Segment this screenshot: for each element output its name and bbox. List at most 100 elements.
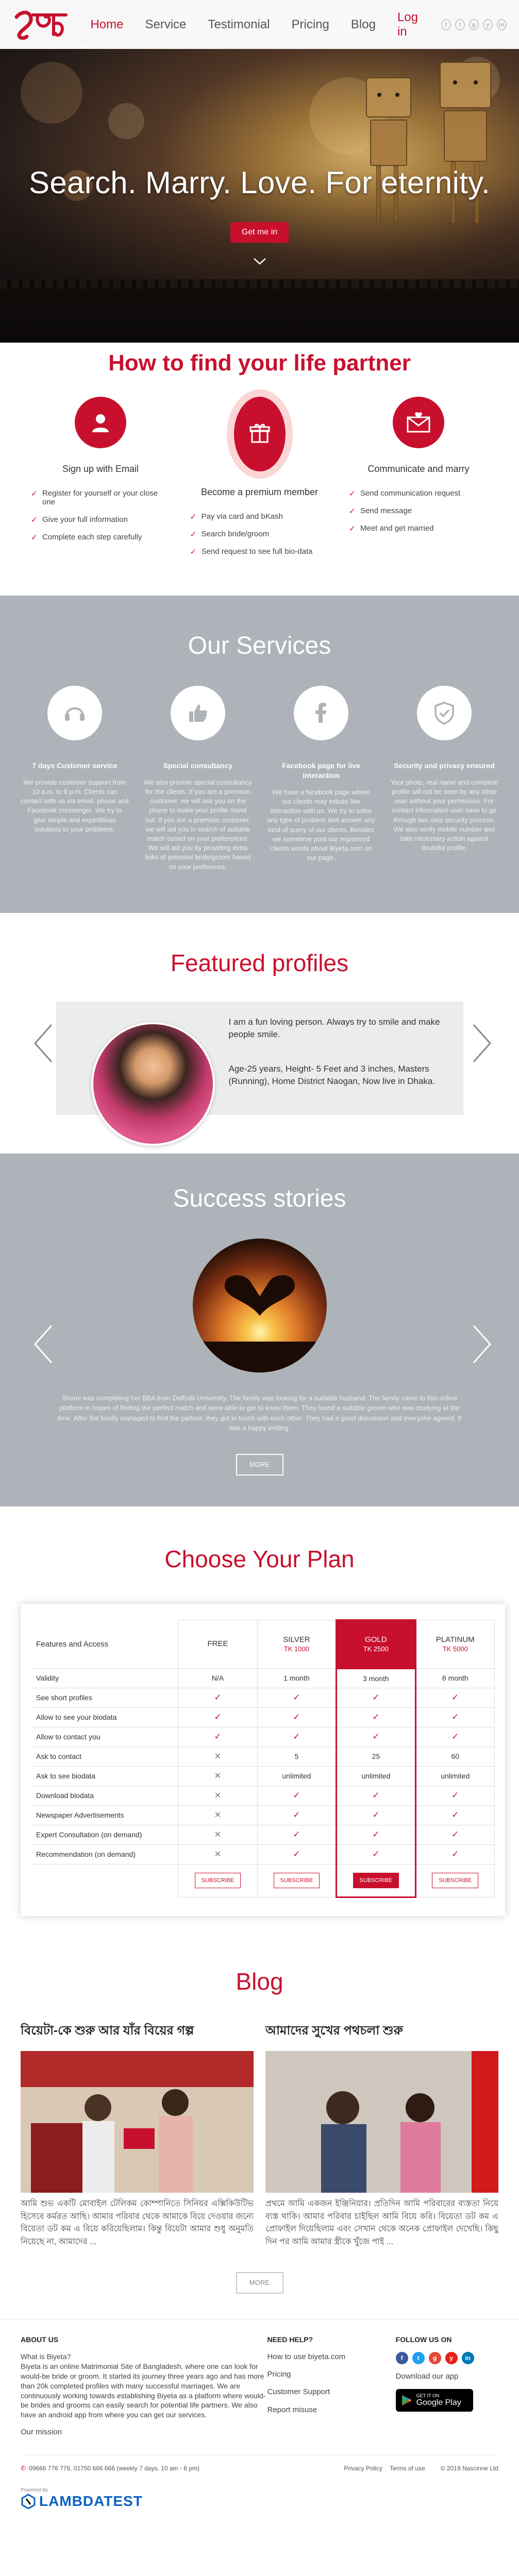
nav-link-blog[interactable]: Blog: [351, 18, 376, 32]
featured-profiles-section: Featured profiles I am a fun loving pers…: [0, 913, 519, 1154]
linkedin-icon[interactable]: in: [496, 19, 507, 30]
check-icon: ✓: [257, 1825, 337, 1845]
how-to-list: Register for yourself or your close one …: [31, 489, 170, 542]
lambdatest-text: LAMBDATEST: [39, 2493, 143, 2510]
blog-post-title[interactable]: বিয়েটা-কে শুরু আর যাঁর বিয়ের গল্প: [21, 2021, 254, 2042]
footer-help-link[interactable]: How to use biyeta.com: [267, 2352, 395, 2362]
nav-link-testimonial[interactable]: Testimonial: [208, 18, 270, 32]
footer-phone: 09666 776 776, 01750 666 666 (weekly 7 d…: [29, 2465, 199, 2472]
nav-link-pricing[interactable]: Pricing: [292, 18, 329, 32]
footer-about-question[interactable]: What is Biyeta?: [21, 2352, 267, 2362]
gift-icon: [233, 397, 286, 471]
feature-name: Download biodata: [31, 1786, 178, 1806]
youtube-icon[interactable]: y: [445, 2351, 458, 2364]
twitter-icon[interactable]: t: [455, 19, 465, 30]
how-to-col-signup: Sign up with Email Register for yourself…: [31, 397, 170, 565]
profile-details: Age-25 years, Height- 5 Feet and 3 inche…: [228, 1064, 436, 1087]
success-story-text: Shomi was completing her BBA from Daffod…: [57, 1394, 462, 1432]
blog-more-button[interactable]: MORE: [236, 2272, 283, 2294]
chevron-right-icon[interactable]: [471, 1023, 493, 1064]
subscribe-cell: SUBSCRIBE: [336, 1864, 416, 1898]
lambdatest-logo[interactable]: LAMBDATEST: [21, 2493, 498, 2510]
list-item: Search bride/groom: [190, 530, 329, 539]
check-icon: ✓: [415, 1727, 495, 1747]
cross-icon: ✕: [178, 1805, 258, 1825]
chevron-down-icon[interactable]: [252, 256, 267, 266]
table-row: Allow to contact you ✓ ✓ ✓ ✓: [31, 1727, 495, 1747]
google-plus-icon[interactable]: g: [428, 2351, 441, 2364]
list-item: Meet and get married: [349, 524, 488, 533]
check-icon: ✓: [415, 1805, 495, 1825]
footer-help-link[interactable]: Customer Support: [267, 2387, 395, 2397]
nav-link-home[interactable]: Home: [90, 18, 123, 32]
nav-link-service[interactable]: Service: [145, 18, 186, 32]
twitter-icon[interactable]: t: [412, 2351, 425, 2364]
copyright: © 2019 Nascinne Ltd: [440, 2465, 498, 2472]
check-icon: ✓: [257, 1727, 337, 1747]
cross-icon: ✕: [178, 1747, 258, 1767]
logo-mark-icon: [14, 10, 68, 40]
success-more-button[interactable]: MORE: [236, 1453, 283, 1476]
chevron-left-icon[interactable]: [32, 1324, 55, 1365]
subscribe-button[interactable]: SUBSCRIBE: [353, 1872, 399, 1888]
facebook-icon[interactable]: f: [395, 2351, 408, 2364]
chevron-left-icon[interactable]: [32, 1023, 55, 1064]
user-icon: [75, 397, 126, 448]
chevron-right-icon[interactable]: [471, 1324, 493, 1365]
hero-content: Search. Marry. Love. For eternity. Get m…: [0, 165, 519, 266]
youtube-icon[interactable]: y: [482, 19, 493, 30]
profile-card[interactable]: I am a fun loving person. Always try to …: [56, 1001, 463, 1146]
feature-name: Ask to contact: [31, 1747, 178, 1767]
how-to-columns: Sign up with Email Register for yourself…: [31, 397, 488, 565]
google-plus-icon[interactable]: g: [468, 19, 479, 30]
lambdatest-icon: [21, 2494, 36, 2510]
blog-post-image[interactable]: [265, 2050, 498, 2193]
feature-name: See short profiles: [31, 1688, 178, 1708]
footer-help-link[interactable]: Pricing: [267, 2369, 395, 2380]
service-heading: Security and privacy ensured: [394, 761, 495, 770]
plan-header-gold: GOLD TK 2500: [336, 1619, 416, 1669]
check-icon: ✓: [257, 1844, 337, 1865]
service-card: Special consultancy We also provide spec…: [144, 686, 252, 872]
table-row: Newspaper Advertisements ✕ ✓ ✓ ✓: [31, 1805, 495, 1825]
blog-post-excerpt: আমি শুভ একটি মোবাইল টেলিকম কোম্পানিতে সি…: [21, 2199, 254, 2247]
services-title: Our Services: [188, 632, 331, 659]
blog-post[interactable]: বিয়েটা-কে শুরু আর যাঁর বিয়ের গল্প আমি …: [21, 2021, 254, 2249]
subscribe-cell: SUBSCRIBE: [178, 1864, 258, 1897]
privacy-policy-link[interactable]: Privacy Policy: [344, 2465, 382, 2472]
check-icon: ✓: [178, 1727, 258, 1747]
terms-of-use-link[interactable]: Terms of use: [390, 2465, 425, 2472]
table-row: Validity N/A 1 month 3 month 6 month: [31, 1668, 495, 1688]
subscribe-button[interactable]: SUBSCRIBE: [273, 1873, 320, 1889]
get-me-in-button[interactable]: Get me in: [230, 222, 289, 243]
footer-mission-link[interactable]: Our mission: [21, 2427, 267, 2437]
biyeta-logo[interactable]: [12, 7, 79, 43]
features-header: Features and Access: [31, 1620, 178, 1669]
google-play-badge[interactable]: GET IT ON Google Play: [395, 2389, 473, 2412]
feature-name: Expert Consultation (on demand): [31, 1825, 178, 1845]
login-link[interactable]: Log in: [397, 10, 426, 39]
facebook-icon[interactable]: f: [441, 19, 451, 30]
plan-name: FREE: [207, 1639, 228, 1648]
check-icon: ✓: [336, 1786, 416, 1806]
list-item: Send request to see full bio-data: [190, 547, 329, 556]
blog-post[interactable]: আমাদের সুখের পথচলা শুরু প্রথমে আমি একজন …: [265, 2021, 498, 2249]
blog-post-image[interactable]: [21, 2050, 254, 2193]
feature-name: Validity: [31, 1668, 178, 1688]
pricing-table-body: Validity N/A 1 month 3 month 6 month See shor…: [31, 1668, 495, 1898]
footer-help-link[interactable]: Report misuse: [267, 2405, 395, 2415]
plan-price: TK 1000: [283, 1645, 309, 1653]
linkedin-icon[interactable]: in: [461, 2351, 474, 2364]
blog-post-title[interactable]: আমাদের সুখের পথচলা শুরু: [265, 2021, 498, 2042]
how-to-section: How to find your life partner Sign up wi…: [0, 343, 519, 596]
service-heading: Special consultancy: [163, 761, 233, 770]
subscribe-button[interactable]: SUBSCRIBE: [194, 1873, 241, 1889]
headset-icon: [47, 686, 102, 740]
check-icon: ✓: [257, 1688, 337, 1708]
plan-price: TK 2500: [363, 1645, 389, 1653]
table-row: Recommendation (on demand) ✕ ✓ ✓ ✓: [31, 1844, 495, 1865]
list-item: Register for yourself or your close one: [31, 489, 170, 506]
facebook-icon: [294, 686, 348, 740]
cross-icon: ✕: [178, 1825, 258, 1845]
subscribe-button[interactable]: SUBSCRIBE: [432, 1873, 479, 1889]
